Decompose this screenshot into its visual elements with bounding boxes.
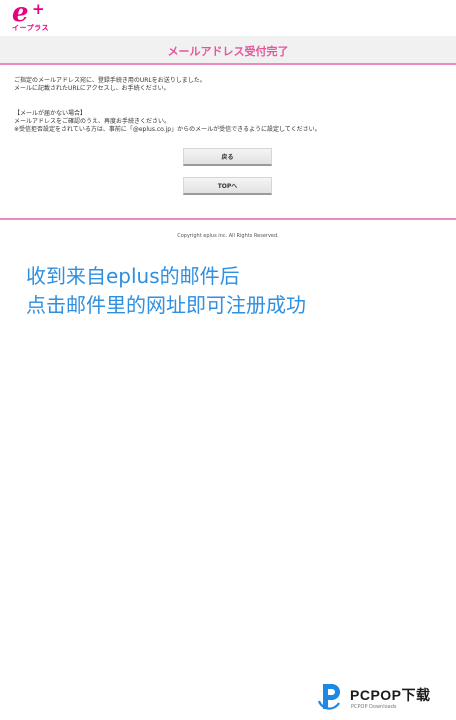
message-line: ご指定のメールアドレス宛に、登録手続き用のURLをお送りしました。 <box>14 77 206 84</box>
pcpop-watermark: PCPOP下载 PCPOP Downloads <box>316 681 456 716</box>
header: e + イープラス <box>0 0 456 36</box>
notice-line: メールアドレスをご確認のうえ、再度お手続きください。 <box>14 118 171 125</box>
divider <box>0 218 456 220</box>
watermark-subtext: PCPOP Downloads <box>351 704 397 710</box>
message-body: ご指定のメールアドレス宛に、登録手続き用のURLをお送りしました。 メールに記載… <box>14 77 444 134</box>
notice-line: ※受信拒否設定をされている方は、事前に「@eplus.co.jp」からのメールが… <box>14 126 321 133</box>
eplus-logo[interactable]: e + イープラス <box>12 0 49 34</box>
annotation-line: 点击邮件里的网址即可注册成功 <box>26 293 306 317</box>
notice-heading: 【メールが届かない場合】 <box>14 110 87 117</box>
back-button[interactable]: 戻る <box>183 148 272 166</box>
page-title: メールアドレス受付完了 <box>167 45 289 58</box>
annotation-line: 收到来自eplus的邮件后 <box>26 264 240 288</box>
copyright: Copyright eplus inc. All Rights Reserved… <box>177 233 279 239</box>
watermark-text: PCPOP下载 <box>350 687 431 703</box>
message-line: メールに記載されたURLにアクセスし、お手続ください。 <box>14 85 170 92</box>
logo-subtitle: イープラス <box>12 24 49 32</box>
pcpop-logo-icon <box>317 684 340 710</box>
annotation-caption: 收到来自eplus的邮件后 点击邮件里的网址即可注册成功 <box>26 262 306 320</box>
logo-plus: + <box>32 0 45 18</box>
page-title-bar: メールアドレス受付完了 <box>0 36 456 65</box>
top-button[interactable]: TOPへ <box>183 177 272 195</box>
